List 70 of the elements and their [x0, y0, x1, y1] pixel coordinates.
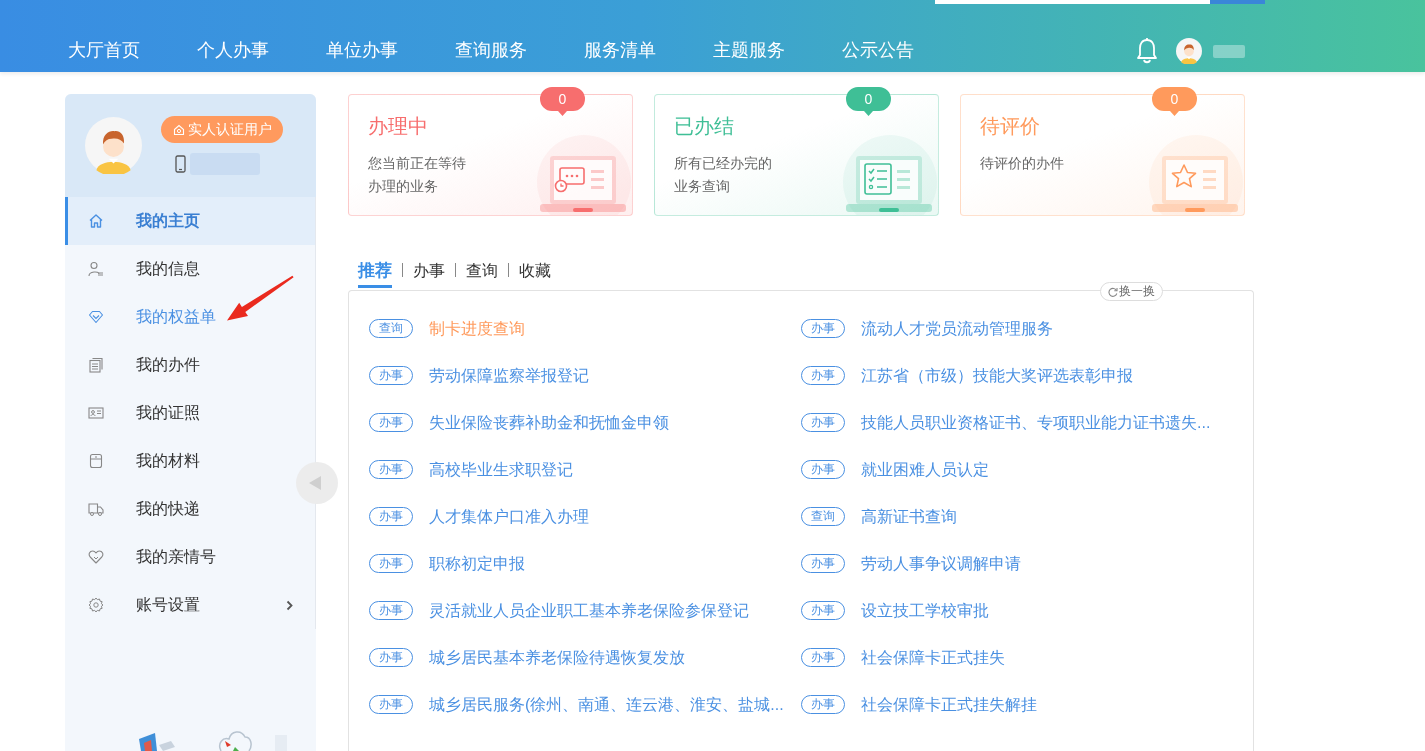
refresh-button[interactable]: 换一换: [1100, 282, 1163, 301]
phone-icon: [175, 155, 186, 173]
sidebar-item[interactable]: 我的材料: [65, 437, 293, 485]
service-link[interactable]: 技能人员职业资格证书、专项职业能力证书遗失...: [861, 411, 1211, 434]
service-link[interactable]: 灵活就业人员企业职工基本养老保险参保登记: [429, 599, 749, 622]
heart-icon: [88, 549, 104, 565]
nav-link[interactable]: 大厅首页: [68, 38, 140, 64]
nav-link[interactable]: 公示公告: [842, 38, 914, 64]
service-link[interactable]: 社会保障卡正式挂失: [861, 646, 1005, 669]
sidebar-item[interactable]: 我的主页: [65, 197, 315, 245]
service-link[interactable]: 制卡进度查询: [429, 317, 525, 340]
tab[interactable]: 推荐: [358, 255, 392, 288]
search-button[interactable]: [1210, 0, 1265, 4]
triangle-left-icon: [309, 476, 321, 490]
count-badge: 0: [846, 87, 891, 116]
card-title: 待评价: [980, 114, 1041, 138]
nav-link[interactable]: 主题服务: [713, 38, 785, 64]
card-description: 您当前正在等待办理的业务: [368, 154, 467, 196]
service-link[interactable]: 流动人才党员流动管理服务: [861, 317, 1053, 340]
home-icon: [88, 213, 104, 229]
service-link[interactable]: 失业保险丧葬补助金和抚恤金申领: [429, 411, 669, 434]
avatar: [85, 117, 142, 174]
sidebar-item[interactable]: 我的信息: [65, 245, 293, 293]
box-icon: [88, 453, 104, 469]
truck-icon: [88, 501, 104, 517]
nav-link[interactable]: 查询服务: [455, 38, 527, 64]
service-link[interactable]: 江苏省（市级）技能大奖评选表彰申报: [861, 364, 1133, 387]
card-description: 所有已经办完的业务查询: [674, 154, 773, 196]
verified-label: 实人认证用户: [188, 120, 272, 139]
service-link[interactable]: 劳动人事争议调解申请: [861, 552, 1021, 575]
sidebar-item[interactable]: 我的权益单: [65, 293, 293, 341]
annotation-arrow: [226, 275, 294, 321]
avatar[interactable]: [1176, 38, 1202, 64]
document-icon: [88, 357, 104, 373]
redacted-name: [1213, 44, 1245, 58]
service-link[interactable]: 劳动保障监察举报登记: [429, 364, 589, 387]
tab[interactable]: 收藏: [519, 255, 551, 288]
card-title: 已办结: [674, 114, 735, 138]
service-link[interactable]: 就业困难人员认定: [861, 458, 989, 481]
collapse-button[interactable]: [296, 462, 338, 504]
sidebar-item[interactable]: 我的办件: [65, 341, 293, 389]
id-card-icon: [88, 405, 104, 421]
count-badge: 0: [1152, 87, 1197, 116]
card-title: 办理中: [368, 114, 429, 138]
nav-link[interactable]: 单位办事: [326, 38, 398, 64]
sidebar-item[interactable]: 我的证照: [65, 389, 293, 437]
service-link[interactable]: 职称初定申报: [429, 552, 525, 575]
service-link[interactable]: 城乡居民服务(徐州、南通、连云港、淮安、盐城...: [429, 693, 784, 716]
house-icon: [173, 123, 185, 136]
card-description: 待评价的办件: [980, 154, 1065, 173]
service-link[interactable]: 人才集体户口准入办理: [429, 505, 589, 528]
search-field[interactable]: [935, 0, 1210, 4]
bell-icon[interactable]: [1136, 37, 1158, 65]
refresh-icon: [1108, 286, 1118, 297]
tab[interactable]: 办事: [413, 255, 445, 288]
nav-link[interactable]: 个人办事: [197, 38, 269, 64]
service-link[interactable]: 社会保障卡正式挂失解挂: [861, 693, 1037, 716]
sidebar-item[interactable]: 账号设置: [65, 581, 293, 629]
gem-icon: [88, 309, 104, 325]
service-link[interactable]: 高新证书查询: [861, 505, 957, 528]
nav-link[interactable]: 服务清单: [584, 38, 656, 64]
count-badge: 0: [540, 87, 585, 116]
tab[interactable]: 查询: [466, 255, 498, 288]
sidebar-item[interactable]: 我的快递: [65, 485, 293, 533]
settings-icon: [88, 597, 104, 613]
sidebar-item[interactable]: 我的亲情号: [65, 533, 293, 581]
service-link[interactable]: 城乡居民基本养老保险待遇恢复发放: [429, 646, 685, 669]
service-link[interactable]: 高校毕业生求职登记: [429, 458, 573, 481]
user-icon: [88, 261, 104, 277]
service-link[interactable]: 设立技工学校审批: [861, 599, 989, 622]
